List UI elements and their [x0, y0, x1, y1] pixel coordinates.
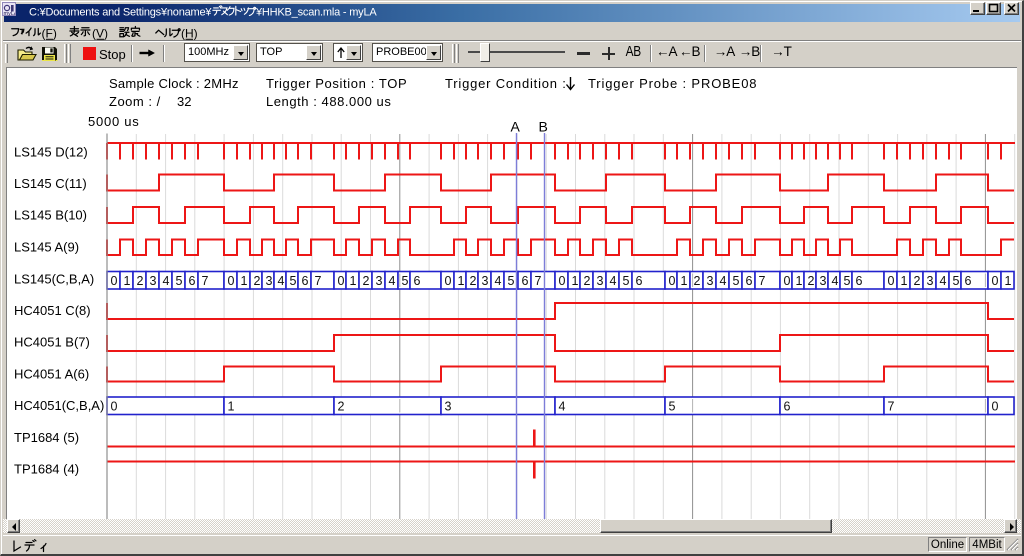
svg-text:6: 6 — [189, 274, 196, 288]
svg-text:0: 0 — [784, 274, 791, 288]
svg-text:4: 4 — [559, 400, 566, 414]
svg-text:5: 5 — [508, 274, 515, 288]
svg-text:TP1684 (4): TP1684 (4) — [14, 462, 79, 477]
svg-text:1: 1 — [572, 274, 579, 288]
svg-text:1: 1 — [796, 274, 803, 288]
svg-text:HC4051(C,B,A): HC4051(C,B,A) — [14, 398, 104, 413]
svg-text:3: 3 — [266, 274, 273, 288]
svg-text:5: 5 — [669, 400, 676, 414]
svg-text:HC4051 B(7): HC4051 B(7) — [14, 335, 90, 350]
svg-text:B: B — [539, 119, 548, 135]
svg-text:LS145(C,B,A): LS145(C,B,A) — [14, 271, 94, 286]
svg-text:0: 0 — [992, 400, 999, 414]
svg-text:6: 6 — [784, 400, 791, 414]
svg-text:0: 0 — [669, 274, 676, 288]
svg-text:1: 1 — [228, 400, 235, 414]
svg-text:2: 2 — [808, 274, 815, 288]
svg-text:2: 2 — [914, 274, 921, 288]
svg-text:2: 2 — [694, 274, 701, 288]
svg-text:7: 7 — [202, 274, 209, 288]
svg-text:4: 4 — [163, 274, 170, 288]
svg-text:3: 3 — [927, 274, 934, 288]
svg-text:LS145 D(12): LS145 D(12) — [14, 145, 88, 160]
svg-text:5: 5 — [953, 274, 960, 288]
svg-text:7: 7 — [759, 274, 766, 288]
svg-text:5000 us: 5000 us — [88, 114, 140, 129]
svg-text:2: 2 — [254, 274, 261, 288]
svg-text:6: 6 — [746, 274, 753, 288]
svg-text:1: 1 — [241, 274, 248, 288]
svg-text:2: 2 — [338, 400, 345, 414]
svg-text:6: 6 — [522, 274, 529, 288]
svg-text:4: 4 — [832, 274, 839, 288]
svg-text:6: 6 — [636, 274, 643, 288]
svg-text:6: 6 — [856, 274, 863, 288]
svg-text:0: 0 — [888, 274, 895, 288]
svg-text:0: 0 — [445, 274, 452, 288]
svg-text:2: 2 — [470, 274, 477, 288]
svg-text:4: 4 — [495, 274, 502, 288]
svg-text:1: 1 — [681, 274, 688, 288]
svg-text:4: 4 — [389, 274, 396, 288]
svg-text:4: 4 — [940, 274, 947, 288]
svg-text:Trigger Condition :: Trigger Condition : — [445, 76, 567, 91]
svg-text:0: 0 — [111, 274, 118, 288]
svg-text:0: 0 — [992, 274, 999, 288]
svg-text:1: 1 — [350, 274, 357, 288]
svg-text:0: 0 — [111, 400, 118, 414]
svg-text:6: 6 — [414, 274, 421, 288]
svg-text:Trigger Probe : PROBE08: Trigger Probe : PROBE08 — [588, 76, 757, 91]
svg-text:7: 7 — [315, 274, 322, 288]
svg-text:4: 4 — [278, 274, 285, 288]
svg-text:0: 0 — [338, 274, 345, 288]
svg-text:4: 4 — [610, 274, 617, 288]
svg-text:32: 32 — [177, 94, 191, 109]
svg-text:Zoom : /: Zoom : / — [109, 94, 161, 109]
svg-text:5: 5 — [844, 274, 851, 288]
svg-text:3: 3 — [445, 400, 452, 414]
svg-text:5: 5 — [290, 274, 297, 288]
svg-text:5: 5 — [623, 274, 630, 288]
svg-text:3: 3 — [820, 274, 827, 288]
svg-text:6: 6 — [965, 274, 972, 288]
svg-text:Sample Clock : 2MHz: Sample Clock : 2MHz — [109, 76, 239, 91]
svg-text:HC4051 C(8): HC4051 C(8) — [14, 303, 91, 318]
svg-text:A: A — [511, 119, 521, 135]
svg-text:2: 2 — [584, 274, 591, 288]
svg-text:LS145 C(11): LS145 C(11) — [14, 176, 87, 191]
svg-text:1: 1 — [1005, 274, 1012, 288]
svg-text:LS145 A(9): LS145 A(9) — [14, 240, 79, 255]
svg-text:Trigger Position : TOP: Trigger Position : TOP — [266, 76, 407, 91]
svg-text:0: 0 — [559, 274, 566, 288]
svg-text:TP1684 (5): TP1684 (5) — [14, 430, 79, 445]
svg-text:7: 7 — [535, 274, 542, 288]
svg-text:1: 1 — [124, 274, 131, 288]
svg-text:5: 5 — [402, 274, 409, 288]
svg-text:1: 1 — [901, 274, 908, 288]
svg-text:LS145 B(10): LS145 B(10) — [14, 208, 87, 223]
svg-text:0: 0 — [228, 274, 235, 288]
svg-text:3: 3 — [597, 274, 604, 288]
svg-text:5: 5 — [176, 274, 183, 288]
svg-text:3: 3 — [150, 274, 157, 288]
svg-text:5: 5 — [733, 274, 740, 288]
svg-text:6: 6 — [302, 274, 309, 288]
svg-text:Length : 488.000 us: Length : 488.000 us — [266, 94, 391, 109]
svg-text:HC4051 A(6): HC4051 A(6) — [14, 367, 89, 382]
svg-text:2: 2 — [363, 274, 370, 288]
svg-text:7: 7 — [888, 400, 895, 414]
svg-text:1: 1 — [458, 274, 465, 288]
svg-text:2: 2 — [137, 274, 144, 288]
svg-text:4: 4 — [720, 274, 727, 288]
svg-text:3: 3 — [482, 274, 489, 288]
svg-text:3: 3 — [376, 274, 383, 288]
svg-text:3: 3 — [707, 274, 714, 288]
